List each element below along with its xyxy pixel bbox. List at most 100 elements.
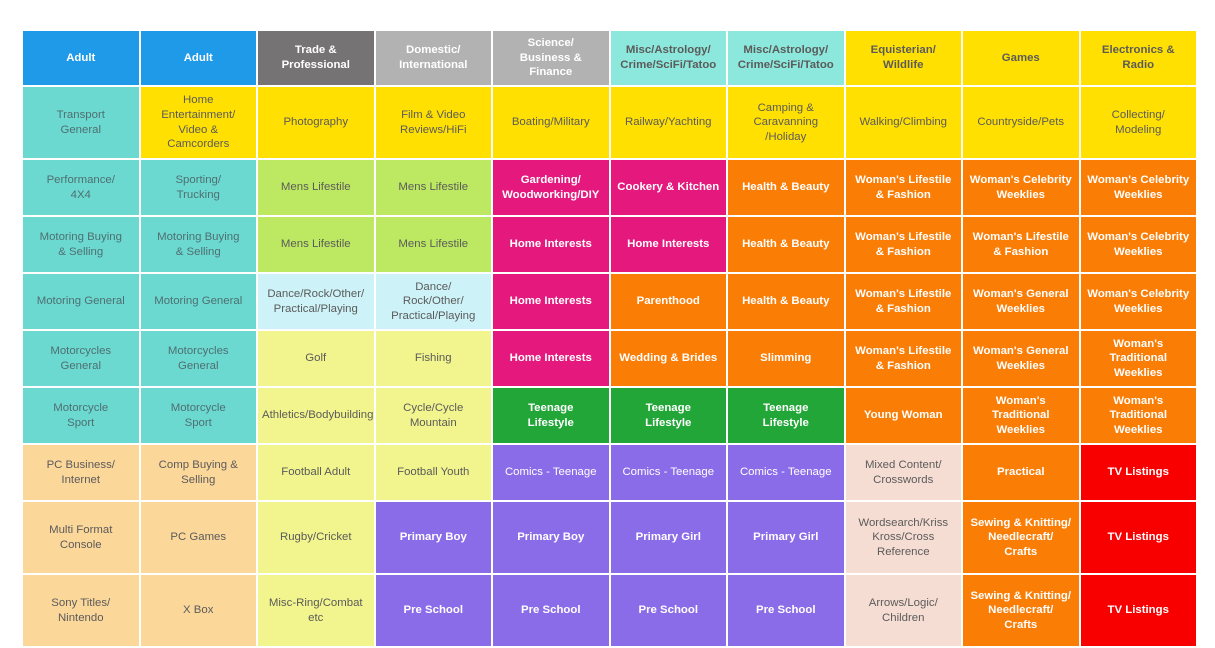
grid-cell-pre-school[interactable]: Pre School <box>493 575 609 646</box>
grid-cell-motorcycle-sport[interactable]: Motorcycle Sport <box>23 388 139 443</box>
grid-cell-countryside-pets[interactable]: Countryside/Pets <box>963 87 1079 158</box>
grid-cell-sewing-knitting-needlecraft-crafts[interactable]: Sewing & Knitting/ Needlecraft/ Crafts <box>963 575 1079 646</box>
header-cell-misc-astrology-crime-scifi-tatoo[interactable]: Misc/Astrology/ Crime/SciFi/Tatoo <box>610 31 726 85</box>
grid-cell-multi-format-console[interactable]: Multi Format Console <box>23 502 139 573</box>
grid-cell-woman-s-lifestile-fashion[interactable]: Woman's Lifestile & Fashion <box>845 274 961 329</box>
grid-cell-football-adult[interactable]: Football Adult <box>258 445 374 500</box>
grid-cell-primary-girl[interactable]: Primary Girl <box>728 502 844 573</box>
grid-cell-dance-rock-other-practical-playing[interactable]: Dance/Rock/Other/ Practical/Playing <box>258 274 374 329</box>
grid-cell-practical[interactable]: Practical <box>963 445 1079 500</box>
grid-cell-tv-listings[interactable]: TV Listings <box>1080 575 1196 646</box>
grid-cell-home-entertainment-video-camcorders[interactable]: Home Entertainment/ Video & Camcorders <box>140 87 256 158</box>
grid-cell-slimming[interactable]: Slimming <box>728 331 844 386</box>
grid-cell-mens-lifestile[interactable]: Mens Lifestile <box>258 217 374 272</box>
grid-cell-dance-rock-other-practical-playing[interactable]: Dance/ Rock/Other/ Practical/Playing <box>375 274 491 329</box>
grid-cell-primary-boy[interactable]: Primary Boy <box>375 502 491 573</box>
grid-cell-misc-ring-combat-etc[interactable]: Misc-Ring/Combat etc <box>258 575 374 646</box>
grid-cell-wedding-brides[interactable]: Wedding & Brides <box>610 331 726 386</box>
grid-cell-motorcycles-general[interactable]: Motorcycles General <box>23 331 139 386</box>
grid-cell-teenage-lifestyle[interactable]: Teenage Lifestyle <box>493 388 609 443</box>
grid-cell-woman-s-celebrity-weeklies[interactable]: Woman's Celebrity Weeklies <box>1080 274 1196 329</box>
grid-cell-pc-business-internet[interactable]: PC Business/ Internet <box>23 445 139 500</box>
grid-cell-parenthood[interactable]: Parenthood <box>610 274 726 329</box>
grid-cell-motorcycle-sport[interactable]: Motorcycle Sport <box>140 388 256 443</box>
header-cell-domestic-international[interactable]: Domestic/ International <box>375 31 491 85</box>
grid-cell-woman-s-traditional-weeklies[interactable]: Woman's Traditional Weeklies <box>963 388 1079 443</box>
grid-cell-golf[interactable]: Golf <box>258 331 374 386</box>
grid-cell-motorcycles-general[interactable]: Motorcycles General <box>140 331 256 386</box>
grid-cell-boating-military[interactable]: Boating/Military <box>493 87 609 158</box>
header-cell-games[interactable]: Games <box>963 31 1079 85</box>
grid-cell-photography[interactable]: Photography <box>258 87 374 158</box>
grid-cell-comics-teenage[interactable]: Comics - Teenage <box>610 445 726 500</box>
grid-cell-walking-climbing[interactable]: Walking/Climbing <box>845 87 961 158</box>
grid-cell-primary-boy[interactable]: Primary Boy <box>493 502 609 573</box>
grid-cell-woman-s-general-weeklies[interactable]: Woman's General Weeklies <box>963 274 1079 329</box>
grid-cell-young-woman[interactable]: Young Woman <box>845 388 961 443</box>
grid-cell-motoring-buying-selling[interactable]: Motoring Buying & Selling <box>23 217 139 272</box>
grid-cell-health-beauty[interactable]: Health & Beauty <box>728 274 844 329</box>
grid-cell-comics-teenage[interactable]: Comics - Teenage <box>493 445 609 500</box>
grid-cell-motoring-buying-selling[interactable]: Motoring Buying & Selling <box>140 217 256 272</box>
grid-cell-health-beauty[interactable]: Health & Beauty <box>728 217 844 272</box>
grid-cell-tv-listings[interactable]: TV Listings <box>1080 445 1196 500</box>
grid-cell-transport-general[interactable]: Transport General <box>23 87 139 158</box>
grid-cell-woman-s-lifestile-fashion[interactable]: Woman's Lifestile & Fashion <box>963 217 1079 272</box>
grid-cell-home-interests[interactable]: Home Interests <box>493 274 609 329</box>
grid-cell-sewing-knitting-needlecraft-crafts[interactable]: Sewing & Knitting/ Needlecraft/ Crafts <box>963 502 1079 573</box>
grid-cell-performance-4x4[interactable]: Performance/ 4X4 <box>23 160 139 215</box>
grid-cell-home-interests[interactable]: Home Interests <box>610 217 726 272</box>
header-cell-equisterian-wildlife[interactable]: Equisterian/ Wildlife <box>845 31 961 85</box>
grid-cell-comics-teenage[interactable]: Comics - Teenage <box>728 445 844 500</box>
grid-cell-wordsearch-kriss-kross-cross-reference[interactable]: Wordsearch/Kriss Kross/Cross Reference <box>845 502 961 573</box>
grid-cell-pre-school[interactable]: Pre School <box>610 575 726 646</box>
grid-cell-cookery-kitchen[interactable]: Cookery & Kitchen <box>610 160 726 215</box>
grid-cell-mixed-content-crosswords[interactable]: Mixed Content/ Crosswords <box>845 445 961 500</box>
grid-cell-mens-lifestile[interactable]: Mens Lifestile <box>258 160 374 215</box>
header-cell-adult[interactable]: Adult <box>23 31 139 85</box>
grid-cell-home-interests[interactable]: Home Interests <box>493 217 609 272</box>
header-cell-adult[interactable]: Adult <box>140 31 256 85</box>
grid-cell-woman-s-celebrity-weeklies[interactable]: Woman's Celebrity Weeklies <box>1080 160 1196 215</box>
grid-cell-woman-s-general-weeklies[interactable]: Woman's General Weeklies <box>963 331 1079 386</box>
grid-cell-gardening-woodworking-diy[interactable]: Gardening/ Woodworking/DIY <box>493 160 609 215</box>
grid-cell-collecting-modeling[interactable]: Collecting/ Modeling <box>1080 87 1196 158</box>
grid-cell-mens-lifestile[interactable]: Mens Lifestile <box>375 160 491 215</box>
grid-cell-railway-yachting[interactable]: Railway/Yachting <box>610 87 726 158</box>
grid-cell-sony-titles-nintendo[interactable]: Sony Titles/ Nintendo <box>23 575 139 646</box>
grid-cell-woman-s-celebrity-weeklies[interactable]: Woman's Celebrity Weeklies <box>963 160 1079 215</box>
grid-cell-mens-lifestile[interactable]: Mens Lifestile <box>375 217 491 272</box>
grid-cell-teenage-lifestyle[interactable]: Teenage Lifestyle <box>610 388 726 443</box>
grid-cell-pre-school[interactable]: Pre School <box>728 575 844 646</box>
grid-cell-tv-listings[interactable]: TV Listings <box>1080 502 1196 573</box>
grid-cell-woman-s-lifestile-fashion[interactable]: Woman's Lifestile & Fashion <box>845 160 961 215</box>
grid-cell-health-beauty[interactable]: Health & Beauty <box>728 160 844 215</box>
header-cell-misc-astrology-crime-scifi-tatoo[interactable]: Misc/Astrology/ Crime/SciFi/Tatoo <box>728 31 844 85</box>
grid-cell-comp-buying-selling[interactable]: Comp Buying & Selling <box>140 445 256 500</box>
grid-cell-arrows-logic-children[interactable]: Arrows/Logic/ Children <box>845 575 961 646</box>
header-cell-science-business-finance[interactable]: Science/ Business & Finance <box>493 31 609 85</box>
grid-cell-cycle-cycle-mountain[interactable]: Cycle/Cycle Mountain <box>375 388 491 443</box>
grid-cell-woman-s-lifestile-fashion[interactable]: Woman's Lifestile & Fashion <box>845 331 961 386</box>
grid-cell-woman-s-celebrity-weeklies[interactable]: Woman's Celebrity Weeklies <box>1080 217 1196 272</box>
grid-cell-film-video-reviews-hifi[interactable]: Film & Video Reviews/HiFi <box>375 87 491 158</box>
grid-cell-pre-school[interactable]: Pre School <box>375 575 491 646</box>
grid-cell-home-interests[interactable]: Home Interests <box>493 331 609 386</box>
grid-cell-primary-girl[interactable]: Primary Girl <box>610 502 726 573</box>
grid-cell-woman-s-traditional-weeklies[interactable]: Woman's Traditional Weeklies <box>1080 331 1196 386</box>
grid-cell-football-youth[interactable]: Football Youth <box>375 445 491 500</box>
grid-cell-x-box[interactable]: X Box <box>140 575 256 646</box>
grid-cell-teenage-lifestyle[interactable]: Teenage Lifestyle <box>728 388 844 443</box>
grid-cell-camping-caravanning-holiday[interactable]: Camping & Caravanning /Holiday <box>728 87 844 158</box>
grid-cell-woman-s-traditional-weeklies[interactable]: Woman's Traditional Weeklies <box>1080 388 1196 443</box>
grid-cell-fishing[interactable]: Fishing <box>375 331 491 386</box>
grid-cell-motoring-general[interactable]: Motoring General <box>23 274 139 329</box>
grid-cell-woman-s-lifestile-fashion[interactable]: Woman's Lifestile & Fashion <box>845 217 961 272</box>
grid-cell-sporting-trucking[interactable]: Sporting/ Trucking <box>140 160 256 215</box>
header-cell-trade-professional[interactable]: Trade & Professional <box>258 31 374 85</box>
grid-cell-pc-games[interactable]: PC Games <box>140 502 256 573</box>
header-cell-electronics-radio[interactable]: Electronics & Radio <box>1080 31 1196 85</box>
grid-cell-motoring-general[interactable]: Motoring General <box>140 274 256 329</box>
grid-cell-rugby-cricket[interactable]: Rugby/Cricket <box>258 502 374 573</box>
grid-cell-athletics-bodybuilding[interactable]: Athletics/Bodybuilding <box>258 388 374 443</box>
